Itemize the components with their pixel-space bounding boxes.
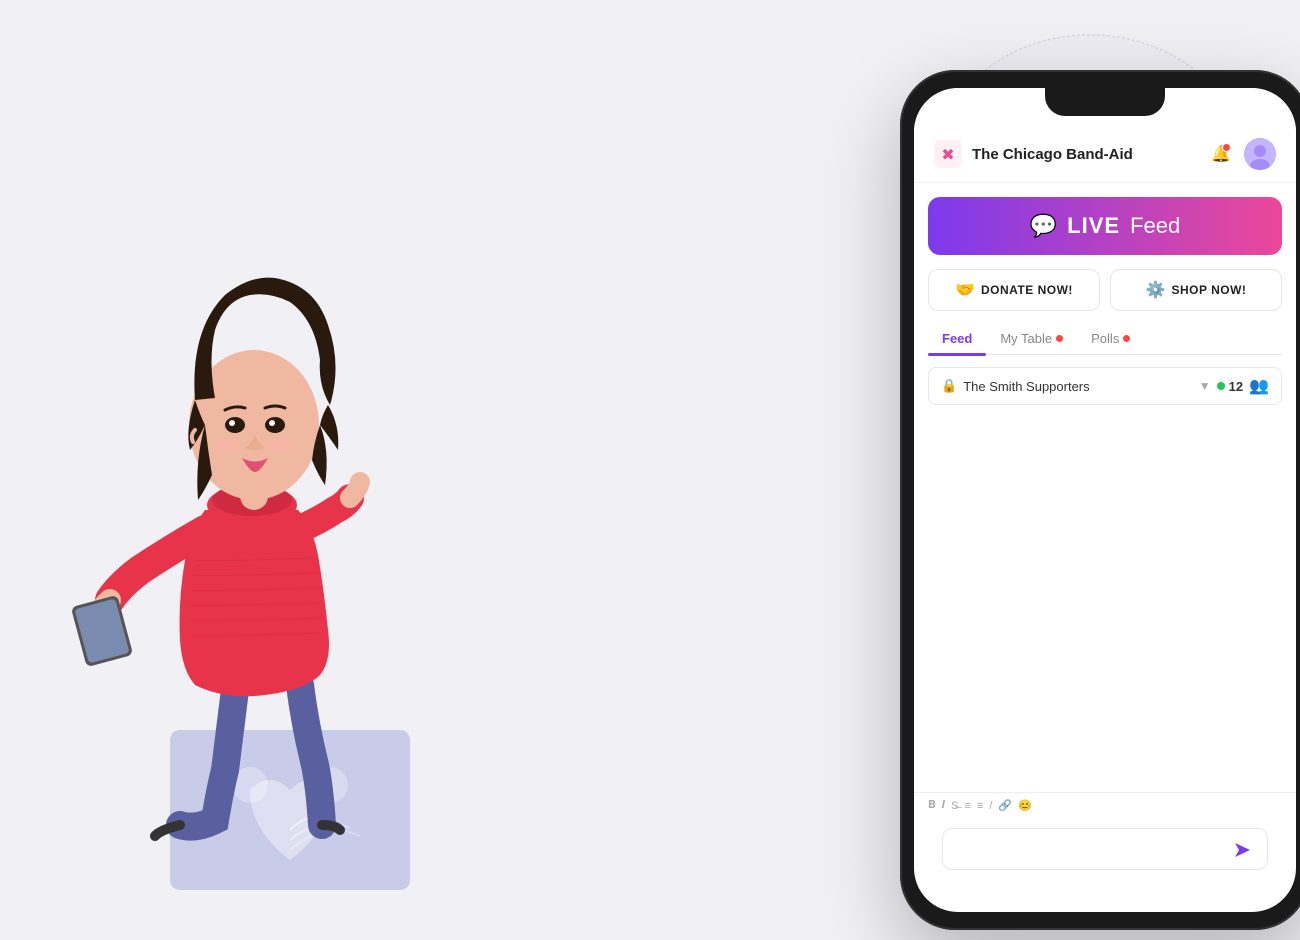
users-icon: 👥 — [1249, 376, 1269, 396]
tab-bar: Feed My Table Polls — [928, 323, 1282, 355]
notification-bell[interactable]: 🔔 — [1208, 141, 1234, 167]
tab-feed-label: Feed — [942, 331, 972, 346]
donate-label: DONATE NOW! — [981, 283, 1073, 297]
lock-icon: 🔒 — [941, 378, 957, 394]
feed-content-area — [914, 405, 1296, 792]
phone-body: ✖ The Chicago Band-Aid 🔔 — [900, 70, 1300, 930]
user-avatar[interactable] — [1244, 138, 1276, 170]
shop-label: SHOP NOW! — [1171, 283, 1246, 297]
chat-toolbar: 𝐁 𝑰 S̶ ≡ ≡ / 🔗 😊 — [914, 792, 1296, 818]
tab-feed[interactable]: Feed — [928, 323, 986, 354]
app-logo: ✖ — [934, 140, 962, 168]
ordered-list-icon[interactable]: ≡ — [977, 800, 983, 812]
online-dot — [1217, 382, 1225, 390]
donate-button[interactable]: 🤝 DONATE NOW! — [928, 269, 1100, 311]
tab-my-table[interactable]: My Table — [986, 323, 1077, 354]
bold-icon[interactable]: 𝐁 — [928, 799, 936, 812]
table-name: The Smith Supporters — [963, 379, 1193, 394]
woman-illustration — [50, 130, 550, 910]
phone-screen: ✖ The Chicago Band-Aid 🔔 — [914, 88, 1296, 912]
italic-icon[interactable]: 𝑰 — [942, 799, 945, 812]
attachment-icon[interactable]: 🔗 — [998, 799, 1012, 812]
user-count: 12 — [1217, 379, 1243, 394]
tab-polls-label: Polls — [1091, 331, 1119, 346]
table-selector[interactable]: 🔒 The Smith Supporters ▼ 12 👥 — [928, 367, 1282, 405]
donate-icon: 🤝 — [955, 280, 975, 300]
send-button[interactable] — [1228, 836, 1256, 864]
list-icon[interactable]: ≡ — [965, 800, 971, 812]
feed-label: Feed — [1130, 213, 1180, 239]
link-icon[interactable]: / — [989, 800, 992, 812]
svg-text:✖: ✖ — [941, 147, 954, 164]
chat-input[interactable] — [942, 828, 1268, 870]
phone-notch — [1045, 88, 1165, 116]
action-buttons: 🤝 DONATE NOW! ⚙️ SHOP NOW! — [928, 269, 1282, 311]
app-title: The Chicago Band-Aid — [972, 146, 1198, 163]
scene: ✖ The Chicago Band-Aid 🔔 — [0, 0, 1300, 940]
polls-dot — [1123, 335, 1130, 342]
my-table-dot — [1056, 335, 1063, 342]
chevron-down-icon: ▼ — [1199, 379, 1211, 393]
live-feed-banner: 💬 LIVE Feed — [928, 197, 1282, 255]
count-number: 12 — [1229, 379, 1243, 394]
shop-button[interactable]: ⚙️ SHOP NOW! — [1110, 269, 1282, 311]
tab-my-table-label: My Table — [1000, 331, 1052, 346]
tab-polls[interactable]: Polls — [1077, 323, 1144, 354]
live-label: LIVE — [1067, 213, 1120, 239]
emoji-icon[interactable]: 😊 — [1018, 799, 1032, 812]
shop-icon: ⚙️ — [1146, 280, 1166, 300]
strikethrough-icon[interactable]: S̶ — [951, 800, 958, 812]
live-icon: 💬 — [1030, 213, 1057, 239]
